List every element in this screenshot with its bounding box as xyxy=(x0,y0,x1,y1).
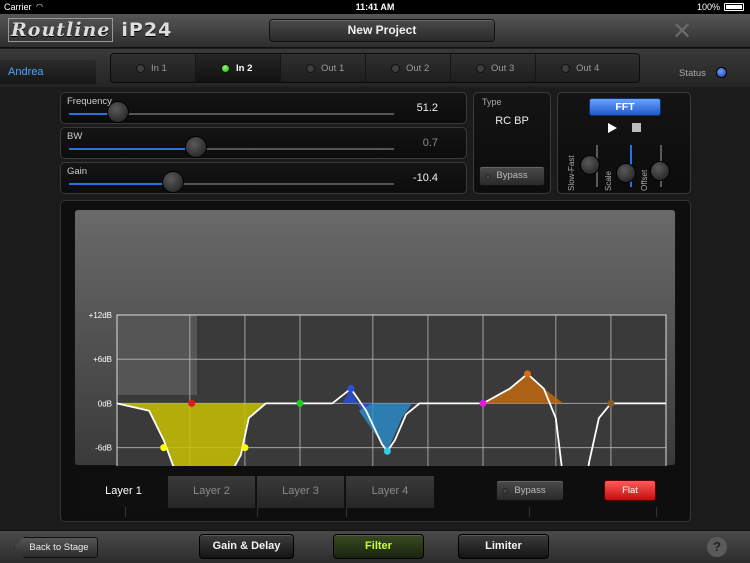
gain-track[interactable] xyxy=(69,183,394,185)
close-icon[interactable]: ✕ xyxy=(672,17,692,46)
gain-slider-knob[interactable] xyxy=(162,171,184,193)
filter-bypass-button[interactable]: Bypass xyxy=(479,166,545,186)
layer-tabs: Layer 1 Layer 2 Layer 3 Layer 4 xyxy=(80,476,434,508)
battery-icon xyxy=(724,3,744,11)
gain-value: -10.4 xyxy=(412,172,438,184)
led-icon xyxy=(391,64,400,73)
y-tick-label: -6dB xyxy=(95,444,112,453)
layer-2-tab[interactable]: Layer 2 xyxy=(168,476,256,508)
plot-highlight xyxy=(117,315,197,395)
led-icon xyxy=(306,64,315,73)
filter-type-panel: Type RC BP Bypass xyxy=(473,92,551,194)
app-logo: Routline iP24 xyxy=(8,18,172,42)
status-led-icon xyxy=(716,67,727,78)
band-handle xyxy=(607,399,615,407)
fft-panel: FFT Slow-Fast Scale Offset xyxy=(557,92,691,194)
system-status-bar: Carrier ◠ 11:41 AM 100% xyxy=(0,0,750,14)
offset-knob[interactable] xyxy=(650,161,670,181)
led-icon xyxy=(221,64,230,73)
bw-panel: BW 0.7 xyxy=(60,127,467,159)
flat-button[interactable]: Flat xyxy=(604,480,656,501)
led-icon xyxy=(476,64,485,73)
slow-fast-knob[interactable] xyxy=(580,155,600,175)
bw-label: BW xyxy=(67,131,83,142)
led-icon xyxy=(561,64,570,73)
user-tab[interactable]: Andrea xyxy=(0,60,96,84)
frequency-value: 51.2 xyxy=(416,102,438,114)
bw-track[interactable] xyxy=(69,148,394,150)
scale-knob[interactable] xyxy=(616,163,636,183)
bottom-nav: Back to Stage Gain & Delay Filter Limite… xyxy=(0,530,750,563)
tab-gain-delay[interactable]: Gain & Delay xyxy=(199,534,294,559)
back-to-stage-button[interactable]: Back to Stage xyxy=(14,537,98,558)
y-tick-label: +12dB xyxy=(89,311,112,320)
channel-selector: In 1 In 2 Out 1 Out 2 Out 3 Out 4 xyxy=(110,53,640,83)
clock: 11:41 AM xyxy=(355,2,395,12)
y-tick-label: +6dB xyxy=(93,355,112,364)
channel-bar: Andrea In 1 In 2 Out 1 Out 2 Out 3 Out 4… xyxy=(0,49,750,87)
channel-out-2[interactable]: Out 2 xyxy=(366,54,451,82)
offset-label: Offset xyxy=(640,169,649,191)
play-icon[interactable] xyxy=(608,123,617,133)
band-handle xyxy=(479,399,487,407)
project-title-button[interactable]: New Project xyxy=(269,19,495,42)
tab-filter[interactable]: Filter xyxy=(333,534,424,559)
stop-icon[interactable] xyxy=(632,123,641,132)
bw-slider-knob[interactable] xyxy=(184,136,207,158)
fft-button[interactable]: FFT xyxy=(589,98,661,116)
gain-panel: Gain -10.4 xyxy=(60,162,467,194)
title-bar: Routline iP24 New Project ✕ xyxy=(0,14,750,48)
band-1-bw-handle xyxy=(160,444,168,452)
led-icon xyxy=(502,488,508,494)
status-label: Status xyxy=(679,68,706,79)
battery-percent: 100% xyxy=(696,2,720,12)
band-handle xyxy=(523,370,531,378)
global-bypass-button[interactable]: Bypass xyxy=(496,480,564,501)
scale-label: Scale xyxy=(604,170,613,191)
channel-out-4[interactable]: Out 4 xyxy=(536,54,621,82)
filter-editor: Frequency 51.2 BW 0.7 Gain -10.4 Type RC… xyxy=(0,87,750,530)
led-icon xyxy=(485,174,491,180)
bw-value: 0.7 xyxy=(422,137,438,149)
slow-fast-label: Slow-Fast xyxy=(567,155,576,191)
user-name: Andrea xyxy=(8,66,44,78)
band-1-bw-handle xyxy=(241,444,249,452)
band-handle xyxy=(188,399,196,407)
layer-3-tab[interactable]: Layer 3 xyxy=(257,476,345,508)
filter-type-value[interactable]: RC BP xyxy=(474,115,550,127)
band-handle xyxy=(296,399,304,407)
y-tick-label: 0dB xyxy=(98,399,112,408)
eq-graph[interactable]: +12dB+6dB0dB-6dB-12dB-18dB20Hz50Hz100Hz2… xyxy=(74,209,676,466)
type-title: Type xyxy=(482,97,502,107)
band-2b-handle xyxy=(383,447,391,455)
gain-label: Gain xyxy=(67,166,88,177)
layer-1-tab[interactable]: Layer 1 xyxy=(80,476,168,508)
layer-4-tab[interactable]: Layer 4 xyxy=(346,476,434,508)
frequency-slider-knob[interactable] xyxy=(106,101,129,123)
frequency-panel: Frequency 51.2 xyxy=(60,92,467,124)
band-handle xyxy=(347,385,355,393)
led-icon xyxy=(136,64,145,73)
channel-in-2[interactable]: In 2 xyxy=(196,54,281,82)
tab-limiter[interactable]: Limiter xyxy=(458,534,549,559)
frequency-label: Frequency xyxy=(67,96,112,107)
channel-in-1[interactable]: In 1 xyxy=(111,54,196,82)
help-icon[interactable]: ? xyxy=(707,537,727,557)
channel-out-3[interactable]: Out 3 xyxy=(451,54,536,82)
channel-out-1[interactable]: Out 1 xyxy=(281,54,366,82)
